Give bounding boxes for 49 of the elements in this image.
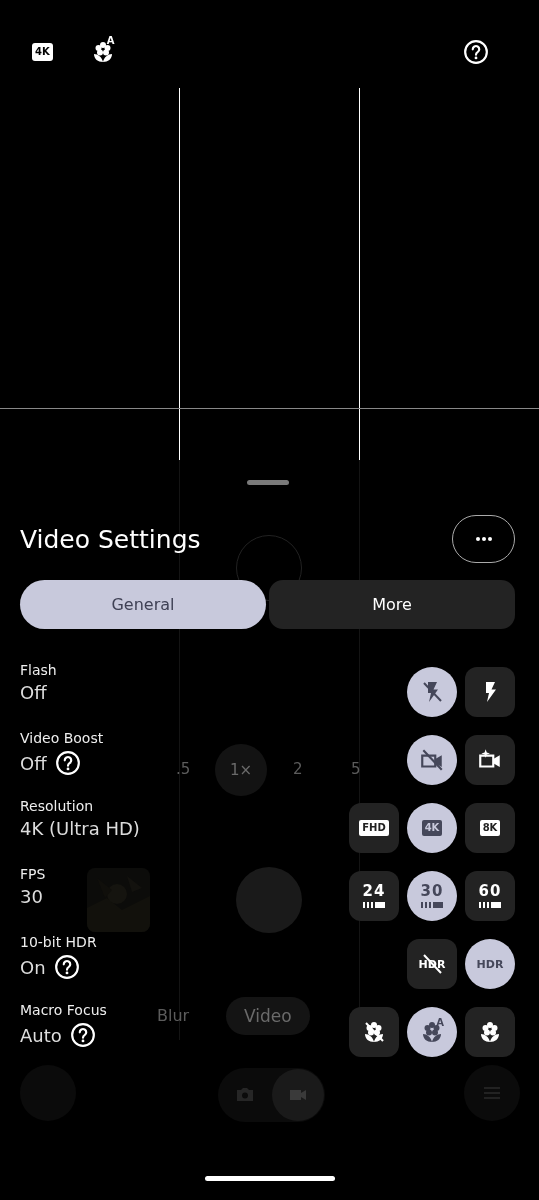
help-icon[interactable] [53,954,80,980]
help-icon[interactable] [54,750,81,776]
mode-tab[interactable]: Blur [157,1006,190,1025]
help-icon[interactable] [69,1022,96,1048]
macro-on-button[interactable] [465,1007,515,1057]
setting-label: Macro Focus [20,1002,107,1018]
setting-value: 4K (Ultra HD) [20,818,140,839]
zoom-button[interactable]: 2 [293,760,303,778]
hdr-on-button[interactable]: HDR [465,939,515,989]
more-icon [475,537,492,541]
macro-off-button[interactable] [349,1007,399,1057]
boost-on-button[interactable] [465,735,515,785]
setting-value: Auto [20,1024,62,1046]
zoom-button[interactable]: 5 [351,760,361,778]
flash-off-button[interactable] [407,667,457,717]
mode-tab[interactable]: Video [226,997,310,1035]
zoom-button[interactable]: 1× [215,744,267,796]
setting-label: 10-bit HDR [20,934,97,950]
flash-on-button[interactable] [465,667,515,717]
setting-label: FPS [20,866,46,882]
setting-value: Off [20,752,47,774]
sheet-title: Video Settings [20,524,201,554]
settings-tab[interactable]: More [269,580,515,629]
boost-off-button[interactable] [407,735,457,785]
flower-icon [478,1020,502,1044]
settings-tab[interactable]: General [20,580,266,629]
resolution-button[interactable]: 8K [465,803,515,853]
macro-auto-button[interactable]: A [407,1007,457,1057]
fps-button[interactable]: 24 [349,871,399,921]
help-icon[interactable] [463,39,489,65]
setting-value: On [20,956,46,978]
setting-label: Resolution [20,798,94,814]
bars-icon [479,902,501,908]
setting-label: Video Boost [20,730,104,746]
video-off-icon [419,747,445,773]
resolution-button[interactable]: 4K [407,803,457,853]
fps-button[interactable]: 60 [465,871,515,921]
flash-off-icon [420,680,444,704]
setting-label: Flash [20,662,57,678]
bars-icon [421,902,443,908]
setting-value: 30 [20,886,43,907]
bars-icon [363,902,385,908]
setting-value: Off [20,682,47,703]
zoom-button[interactable]: .5 [176,760,191,778]
drag-handle[interactable] [246,480,289,485]
resolution-button[interactable]: FHD [349,803,399,853]
flower-off-icon [362,1020,386,1044]
resolution-indicator[interactable]: 4K [32,43,53,61]
fps-button[interactable]: 30 [407,871,457,921]
